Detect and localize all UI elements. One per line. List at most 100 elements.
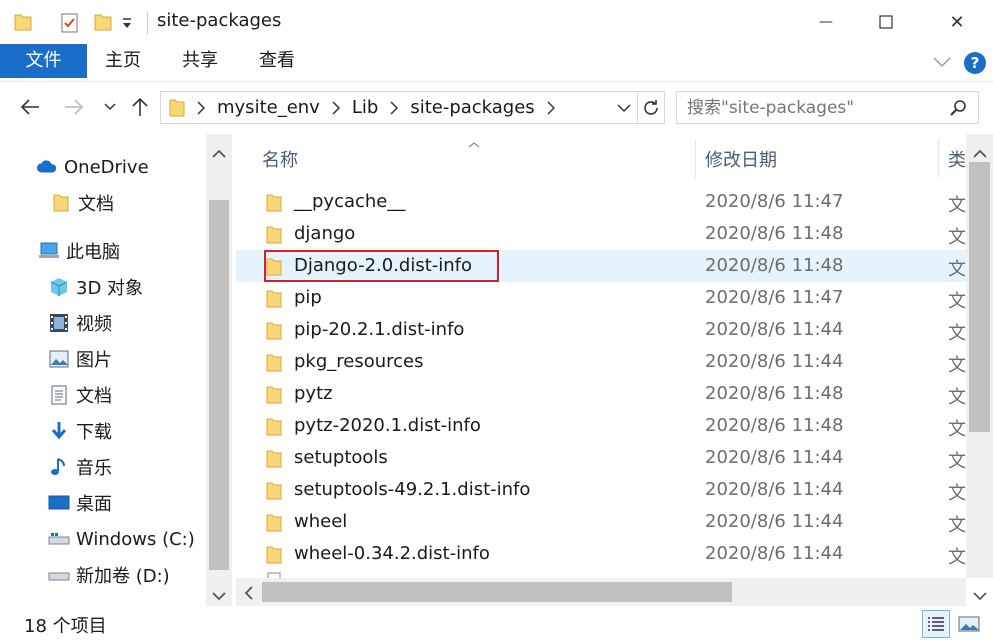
- back-button[interactable]: [16, 92, 44, 122]
- sidebar-item-pictures[interactable]: 图片: [48, 342, 112, 376]
- file-row[interactable]: setuptools-49.2.1.dist-info 2020/8/6 11:…: [236, 474, 966, 506]
- file-name: setuptools: [294, 447, 388, 468]
- file-type: 文: [948, 259, 966, 280]
- sidebar-item-downloads[interactable]: 下载: [48, 414, 112, 448]
- breadcrumb-lib[interactable]: Lib: [352, 97, 378, 118]
- horizontal-scroll-thumb[interactable]: [262, 582, 732, 602]
- refresh-button[interactable]: [638, 91, 665, 124]
- file-name: pkg_resources: [294, 351, 424, 372]
- file-name: wheel-0.34.2.dist-info: [294, 543, 490, 564]
- file-date: 2020/8/6 11:48: [705, 255, 844, 276]
- help-icon[interactable]: ?: [963, 51, 987, 80]
- tab-view[interactable]: 查看: [246, 44, 308, 78]
- sidebar-scroll-thumb[interactable]: [209, 200, 229, 570]
- sidebar-scrollbar[interactable]: [206, 134, 232, 606]
- details-view-button[interactable]: [922, 610, 950, 638]
- folder-icon: [266, 193, 282, 218]
- maximize-button[interactable]: [856, 0, 916, 44]
- file-type: 文: [948, 547, 966, 568]
- scroll-up-icon[interactable]: [212, 144, 226, 164]
- sidebar-item-music[interactable]: 音乐: [48, 450, 112, 484]
- scroll-down-icon[interactable]: [212, 586, 226, 606]
- scroll-up-icon[interactable]: [973, 144, 987, 164]
- sidebar-item-onedrive-documents[interactable]: 文档: [50, 186, 114, 220]
- search-box[interactable]: [676, 91, 979, 124]
- breadcrumb-mysite-env[interactable]: mysite_env: [217, 97, 320, 118]
- properties-icon[interactable]: [60, 12, 80, 39]
- scroll-down-icon[interactable]: [973, 586, 987, 606]
- title-separator: [147, 12, 148, 34]
- sidebar-item-3d-objects[interactable]: 3D 对象: [48, 270, 143, 304]
- file-date: 2020/8/6 11:48: [705, 383, 844, 404]
- breadcrumb-site-packages[interactable]: site-packages: [410, 97, 534, 118]
- breadcrumb-chevron-icon[interactable]: [332, 100, 340, 115]
- tab-home[interactable]: 主页: [92, 44, 154, 78]
- column-divider[interactable]: [695, 140, 696, 178]
- sidebar-item-desktop[interactable]: 桌面: [48, 486, 112, 520]
- expand-ribbon-icon[interactable]: [932, 54, 952, 74]
- breadcrumb-chevron-icon[interactable]: [197, 100, 205, 115]
- sidebar-item-drive-c[interactable]: Windows (C:): [48, 522, 195, 556]
- window-title: site-packages: [157, 10, 282, 31]
- sidebar-item-documents[interactable]: 文档: [48, 378, 112, 412]
- sort-ascending-icon: [467, 134, 481, 154]
- column-header-name[interactable]: 名称: [262, 146, 298, 172]
- large-icons-view-button[interactable]: [955, 610, 983, 638]
- vertical-scrollbar[interactable]: [966, 134, 993, 578]
- file-row[interactable]: wheel-0.34.2.dist-info 2020/8/6 11:44 文: [236, 538, 966, 570]
- large-icons-view-icon: [958, 616, 980, 632]
- file-date: 2020/8/6 11:44: [705, 543, 844, 564]
- up-button[interactable]: [128, 92, 152, 122]
- folder-icon: [169, 98, 185, 118]
- search-input[interactable]: [677, 97, 937, 118]
- file-row[interactable]: pkg_resources 2020/8/6 11:44 文: [236, 346, 966, 378]
- close-button[interactable]: ✕: [927, 0, 987, 44]
- column-header-type[interactable]: 类: [948, 146, 966, 172]
- file-row[interactable]: pip 2020/8/6 11:47 文: [236, 282, 966, 314]
- sidebar-item-videos[interactable]: 视频: [48, 306, 112, 340]
- breadcrumb-chevron-icon[interactable]: [547, 100, 555, 115]
- file-row[interactable]: wheel 2020/8/6 11:44 文: [236, 506, 966, 538]
- file-date: 2020/8/6 11:47: [705, 191, 844, 212]
- drive-icon: [48, 528, 70, 550]
- scroll-left-icon[interactable]: [244, 585, 254, 605]
- file-row[interactable]: pytz 2020/8/6 11:48 文: [236, 378, 966, 410]
- file-row[interactable]: django 2020/8/6 11:48 文: [236, 218, 966, 250]
- column-headers: 名称 修改日期 类: [236, 134, 993, 180]
- file-row-selected[interactable]: Django-2.0.dist-info 2020/8/6 11:48 文: [236, 250, 966, 282]
- new-folder-icon[interactable]: [94, 12, 112, 37]
- file-row[interactable]: pip-20.2.1.dist-info 2020/8/6 11:44 文: [236, 314, 966, 346]
- address-bar[interactable]: mysite_env Lib site-packages: [160, 91, 638, 124]
- recent-locations-button[interactable]: [100, 92, 120, 122]
- tab-file[interactable]: 文件: [0, 44, 87, 78]
- file-row[interactable]: __pycache__ 2020/8/6 11:47 文: [236, 186, 966, 218]
- address-dropdown-icon[interactable]: [617, 103, 631, 113]
- file-name: django: [294, 223, 356, 244]
- sidebar-item-drive-d[interactable]: 新加卷 (D:): [48, 558, 170, 592]
- cloud-icon: [36, 156, 58, 178]
- tab-share[interactable]: 共享: [169, 44, 231, 78]
- file-name: pytz-2020.1.dist-info: [294, 415, 481, 436]
- horizontal-scrollbar[interactable]: [236, 578, 966, 606]
- document-icon: [48, 384, 70, 406]
- sidebar-item-label: OneDrive: [64, 156, 149, 178]
- folder-icon: [266, 353, 282, 378]
- search-icon[interactable]: [950, 99, 968, 117]
- folder-icon: [266, 481, 282, 506]
- column-divider[interactable]: [938, 140, 939, 178]
- breadcrumb-chevron-icon[interactable]: [390, 100, 399, 115]
- sidebar-item-onedrive[interactable]: OneDrive: [36, 150, 149, 184]
- maximize-icon: [879, 15, 893, 29]
- file-row[interactable]: pytz-2020.1.dist-info 2020/8/6 11:48 文: [236, 410, 966, 442]
- video-icon: [48, 312, 70, 334]
- forward-button[interactable]: [60, 92, 88, 122]
- vertical-scroll-thumb[interactable]: [969, 162, 990, 432]
- file-row-partial[interactable]: [236, 570, 966, 578]
- refresh-icon: [644, 99, 658, 115]
- minimize-button[interactable]: —: [796, 0, 856, 44]
- customize-toolbar-icon[interactable]: [121, 16, 133, 36]
- sidebar-item-label: 文档: [76, 386, 112, 407]
- file-row[interactable]: setuptools 2020/8/6 11:44 文: [236, 442, 966, 474]
- column-header-date[interactable]: 修改日期: [705, 146, 777, 172]
- sidebar-item-this-pc[interactable]: 此电脑: [38, 234, 120, 268]
